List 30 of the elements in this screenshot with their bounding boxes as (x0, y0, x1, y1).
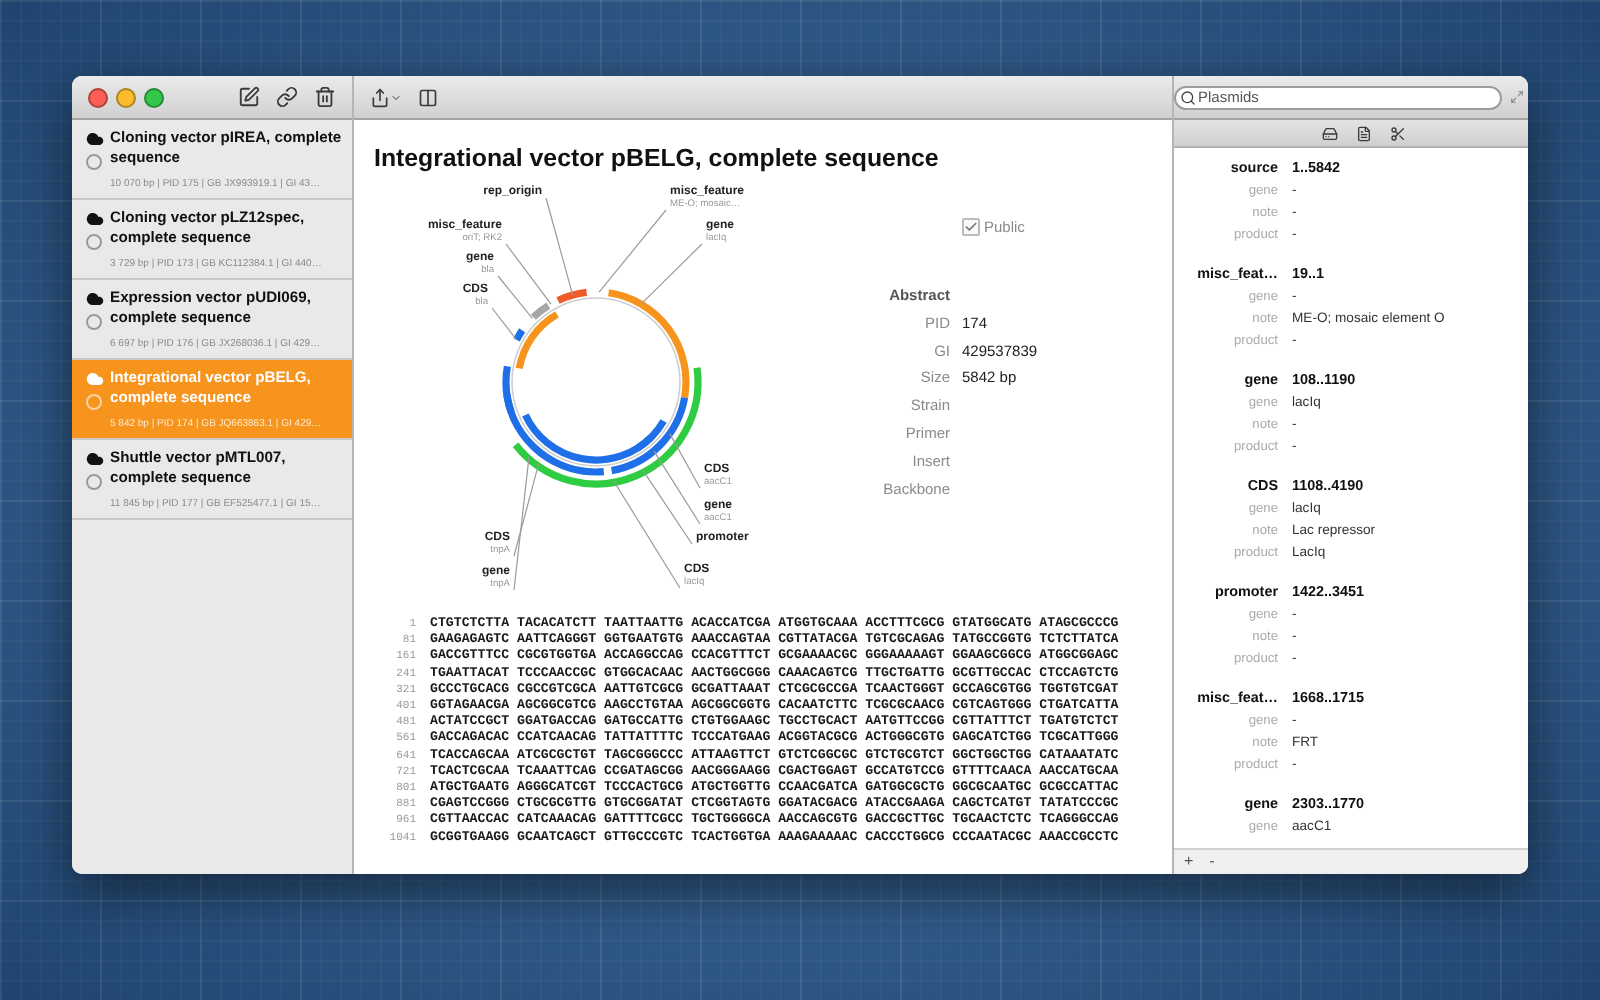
link-icon[interactable] (276, 86, 298, 108)
radio-button[interactable] (86, 154, 102, 170)
close-button[interactable] (88, 87, 108, 107)
cloud-icon (85, 210, 103, 228)
share-icon[interactable] (370, 87, 390, 107)
panel-icon[interactable] (418, 87, 438, 107)
cloud-icon (85, 450, 103, 468)
drive-icon[interactable] (1321, 125, 1337, 141)
radio-button[interactable] (86, 314, 102, 330)
cloud-icon (85, 290, 103, 308)
scissors-icon[interactable] (1389, 125, 1405, 141)
leader-line (598, 209, 667, 293)
radio-button[interactable] (86, 234, 102, 250)
cloud-icon (85, 370, 103, 388)
caret-icon[interactable] (390, 91, 402, 103)
public-checkbox[interactable] (962, 218, 980, 236)
zoom-button[interactable] (144, 87, 164, 107)
expand-icon[interactable] (1510, 90, 1524, 104)
remove-button[interactable]: - (1209, 852, 1215, 872)
search-icon (1180, 89, 1196, 105)
add-button[interactable]: + (1184, 852, 1194, 872)
compose-icon[interactable] (238, 86, 260, 108)
leader-line (497, 275, 533, 319)
radio-button[interactable] (86, 474, 102, 490)
leader-line (640, 243, 703, 305)
trash-icon[interactable] (314, 86, 336, 108)
cloud-icon (85, 130, 103, 148)
plasmid-heading: Integrational vector pBELG, complete sequence (374, 142, 941, 174)
document-icon[interactable] (1355, 125, 1371, 141)
minimize-button[interactable] (116, 87, 136, 107)
